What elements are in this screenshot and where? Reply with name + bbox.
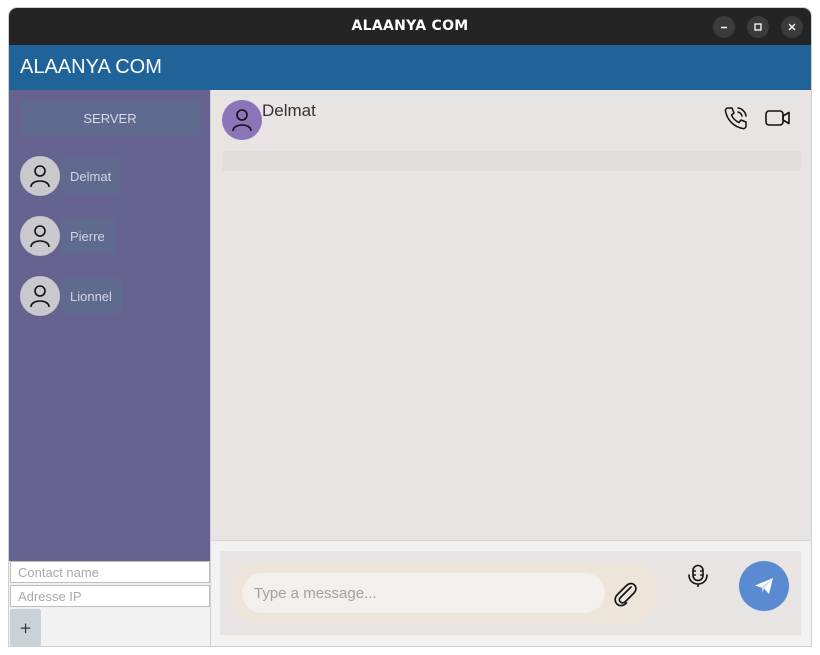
chat-contact-name: Delmat	[262, 101, 316, 120]
user-icon	[232, 109, 252, 132]
video-camera-icon	[765, 110, 790, 126]
contact-name-input[interactable]	[10, 561, 210, 583]
maximize-icon	[754, 23, 762, 31]
chat-contact-avatar	[222, 100, 262, 140]
app-title: ALAANYA COM	[20, 56, 162, 78]
window-title: ALAANYA COM	[351, 18, 469, 34]
window-titlebar[interactable]: ALAANYA COM	[9, 8, 811, 45]
contact-avatar	[20, 216, 60, 256]
app-header: ALAANYA COM	[9, 45, 811, 90]
close-icon	[788, 23, 796, 31]
paperclip-icon	[614, 582, 637, 607]
user-icon	[30, 225, 50, 248]
contacts-sidebar: SERVER Delmat Pierre Lionnel	[9, 90, 210, 561]
minimize-button[interactable]	[713, 16, 735, 38]
composer-bar	[220, 551, 801, 635]
video-call-button[interactable]	[764, 104, 792, 132]
contact-avatar	[20, 156, 60, 196]
contact-name[interactable]: Lionnel	[60, 278, 122, 314]
contact-avatar	[20, 276, 60, 316]
user-icon	[30, 165, 50, 188]
server-button[interactable]: SERVER	[20, 100, 200, 136]
minimize-icon	[721, 26, 727, 29]
add-contact-form: +	[9, 561, 210, 646]
phone-call-icon	[724, 107, 747, 130]
chat-panel: Delmat	[210, 90, 811, 540]
maximize-button[interactable]	[747, 16, 769, 38]
add-contact-button[interactable]: +	[10, 609, 41, 646]
ip-address-input[interactable]	[10, 585, 210, 607]
contact-name[interactable]: Pierre	[60, 218, 115, 254]
voice-call-button[interactable]	[722, 104, 750, 132]
contact-name[interactable]: Delmat	[60, 158, 122, 194]
message-input[interactable]	[242, 573, 605, 613]
app-window: ALAANYA COM ALAANYA COM SERVER Delmat Pi…	[9, 8, 811, 646]
send-button[interactable]	[739, 561, 789, 611]
close-button[interactable]	[781, 16, 803, 38]
paper-plane-icon	[755, 578, 773, 594]
message-input-container	[232, 563, 657, 623]
attach-button[interactable]	[610, 579, 640, 609]
microphone-icon	[688, 564, 708, 587]
user-icon	[30, 285, 50, 308]
composer-area	[210, 540, 811, 646]
messages-area	[222, 151, 801, 171]
voice-message-button[interactable]	[683, 561, 713, 591]
